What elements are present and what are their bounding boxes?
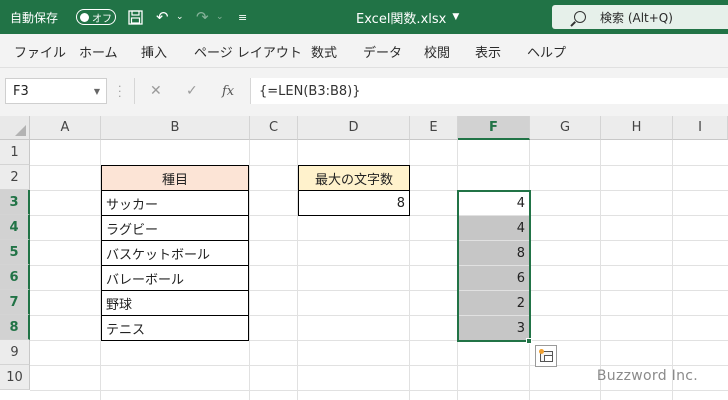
undo-icon[interactable]: ↶ — [156, 0, 169, 34]
quick-analysis-sheet-front — [544, 355, 553, 362]
redo-icon[interactable]: ↷ — [196, 0, 209, 34]
length-result-cell[interactable]: 6 — [458, 266, 529, 290]
row-header-2[interactable]: 2 — [0, 165, 30, 190]
select-all-button[interactable] — [0, 116, 30, 140]
more-options-icon[interactable]: · · · — [118, 81, 122, 102]
row-header-8[interactable]: 8 — [0, 315, 30, 340]
tab-data[interactable]: データ — [363, 34, 402, 68]
column-header-i[interactable]: I — [673, 116, 728, 140]
name-box-value: F3 — [13, 83, 29, 99]
row-header-5[interactable]: 5 — [0, 240, 30, 265]
undo-dropdown-icon[interactable]: ⌄ — [176, 0, 184, 34]
ribbon-tabs: ファイル ホーム 挿入 ページ レイアウト 数式 データ 校閲 表示 ヘルプ — [0, 34, 728, 68]
sport-cell[interactable]: サッカー — [101, 190, 249, 216]
column-header-g[interactable]: G — [530, 116, 601, 140]
column-header-a[interactable]: A — [30, 116, 101, 140]
row-header-6[interactable]: 6 — [0, 265, 30, 290]
sport-cell[interactable]: バレーボール — [101, 265, 249, 291]
formula-bar: F3 ▼ · · · ✕ ✓ fx {=LEN(B3:B8)} — [0, 68, 728, 116]
length-result-cell[interactable]: 2 — [458, 291, 529, 315]
name-box[interactable]: F3 ▼ — [5, 78, 107, 104]
row-header-4[interactable]: 4 — [0, 215, 30, 240]
length-result-cell[interactable]: 4 — [458, 191, 529, 215]
tab-view[interactable]: 表示 — [475, 34, 501, 68]
row-header-9[interactable]: 9 — [0, 340, 30, 365]
tab-home[interactable]: ホーム — [79, 34, 118, 68]
length-result-cell[interactable]: 8 — [458, 241, 529, 265]
search-icon — [574, 11, 586, 23]
row-header-10[interactable]: 10 — [0, 365, 30, 390]
row-header-1[interactable]: 1 — [0, 140, 30, 165]
formula-input[interactable]: {=LEN(B3:B8)} — [250, 78, 728, 104]
customize-toolbar-icon[interactable]: ≡ — [238, 0, 247, 34]
max-length-value-cell[interactable]: 8 — [298, 190, 410, 216]
sport-cell[interactable]: ラグビー — [101, 215, 249, 241]
chevron-down-icon[interactable]: ▼ — [94, 87, 100, 96]
autosave-label: 自動保存 — [10, 10, 59, 25]
tab-help[interactable]: ヘルプ — [527, 34, 566, 68]
save-icon[interactable] — [128, 0, 143, 34]
redo-dropdown-icon[interactable]: ⌄ — [216, 0, 224, 34]
column-header-f[interactable]: F — [458, 116, 530, 140]
watermark: Buzzword Inc. — [596, 368, 698, 384]
fill-handle[interactable] — [526, 338, 532, 344]
file-name-text: Excel関数.xlsx — [356, 11, 447, 27]
sport-cell[interactable]: テニス — [101, 315, 249, 341]
row-header-3[interactable]: 3 — [0, 190, 30, 215]
tab-review[interactable]: 校閲 — [424, 34, 450, 68]
enter-icon[interactable]: ✓ — [186, 78, 198, 104]
tab-file[interactable]: ファイル — [14, 34, 66, 68]
formula-text: {=LEN(B3:B8)} — [259, 83, 361, 99]
select-all-triangle-icon — [15, 125, 26, 136]
column-header-c[interactable]: C — [250, 116, 298, 140]
column-header-h[interactable]: H — [601, 116, 673, 140]
column-header-d[interactable]: D — [298, 116, 410, 140]
sport-cell[interactable]: バスケットボール — [101, 240, 249, 266]
tab-insert[interactable]: 挿入 — [141, 34, 167, 68]
file-name[interactable]: Excel関数.xlsx ▼ — [356, 0, 459, 34]
length-result-cell[interactable]: 3 — [458, 316, 529, 340]
autosave-toggle[interactable]: オフ — [76, 9, 116, 25]
search-box[interactable]: 検索 (Alt+Q) — [552, 5, 728, 29]
cancel-icon[interactable]: ✕ — [150, 78, 162, 104]
quick-analysis-icon[interactable] — [535, 345, 557, 367]
chevron-down-icon: ▼ — [452, 12, 460, 22]
tab-formulas[interactable]: 数式 — [311, 34, 337, 68]
title-bar: 自動保存 オフ ↶ ⌄ ↷ ⌄ ≡ Excel関数.xlsx ▼ 検索 (Alt… — [0, 0, 728, 34]
quick-analysis-lightning — [539, 349, 544, 354]
autosave-toggle-text: オフ — [92, 13, 112, 25]
tab-page-layout[interactable]: ページ レイアウト — [194, 34, 302, 68]
toggle-knob — [80, 12, 89, 22]
search-label: 検索 (Alt+Q) — [600, 10, 673, 25]
formula-bar-divider — [134, 78, 135, 104]
insert-function-icon[interactable]: fx — [222, 78, 234, 104]
column-header-e[interactable]: E — [410, 116, 458, 140]
max-length-header-cell[interactable]: 最大の文字数 — [298, 165, 410, 191]
sport-header-cell[interactable]: 種目 — [101, 165, 249, 191]
column-header-b[interactable]: B — [101, 116, 250, 140]
sport-cell[interactable]: 野球 — [101, 290, 249, 316]
row-header-7[interactable]: 7 — [0, 290, 30, 315]
worksheet-grid[interactable]: A B C D E F G H I 1 2 3 4 5 6 7 8 9 10 種… — [0, 116, 728, 400]
length-result-cell[interactable]: 4 — [458, 216, 529, 240]
